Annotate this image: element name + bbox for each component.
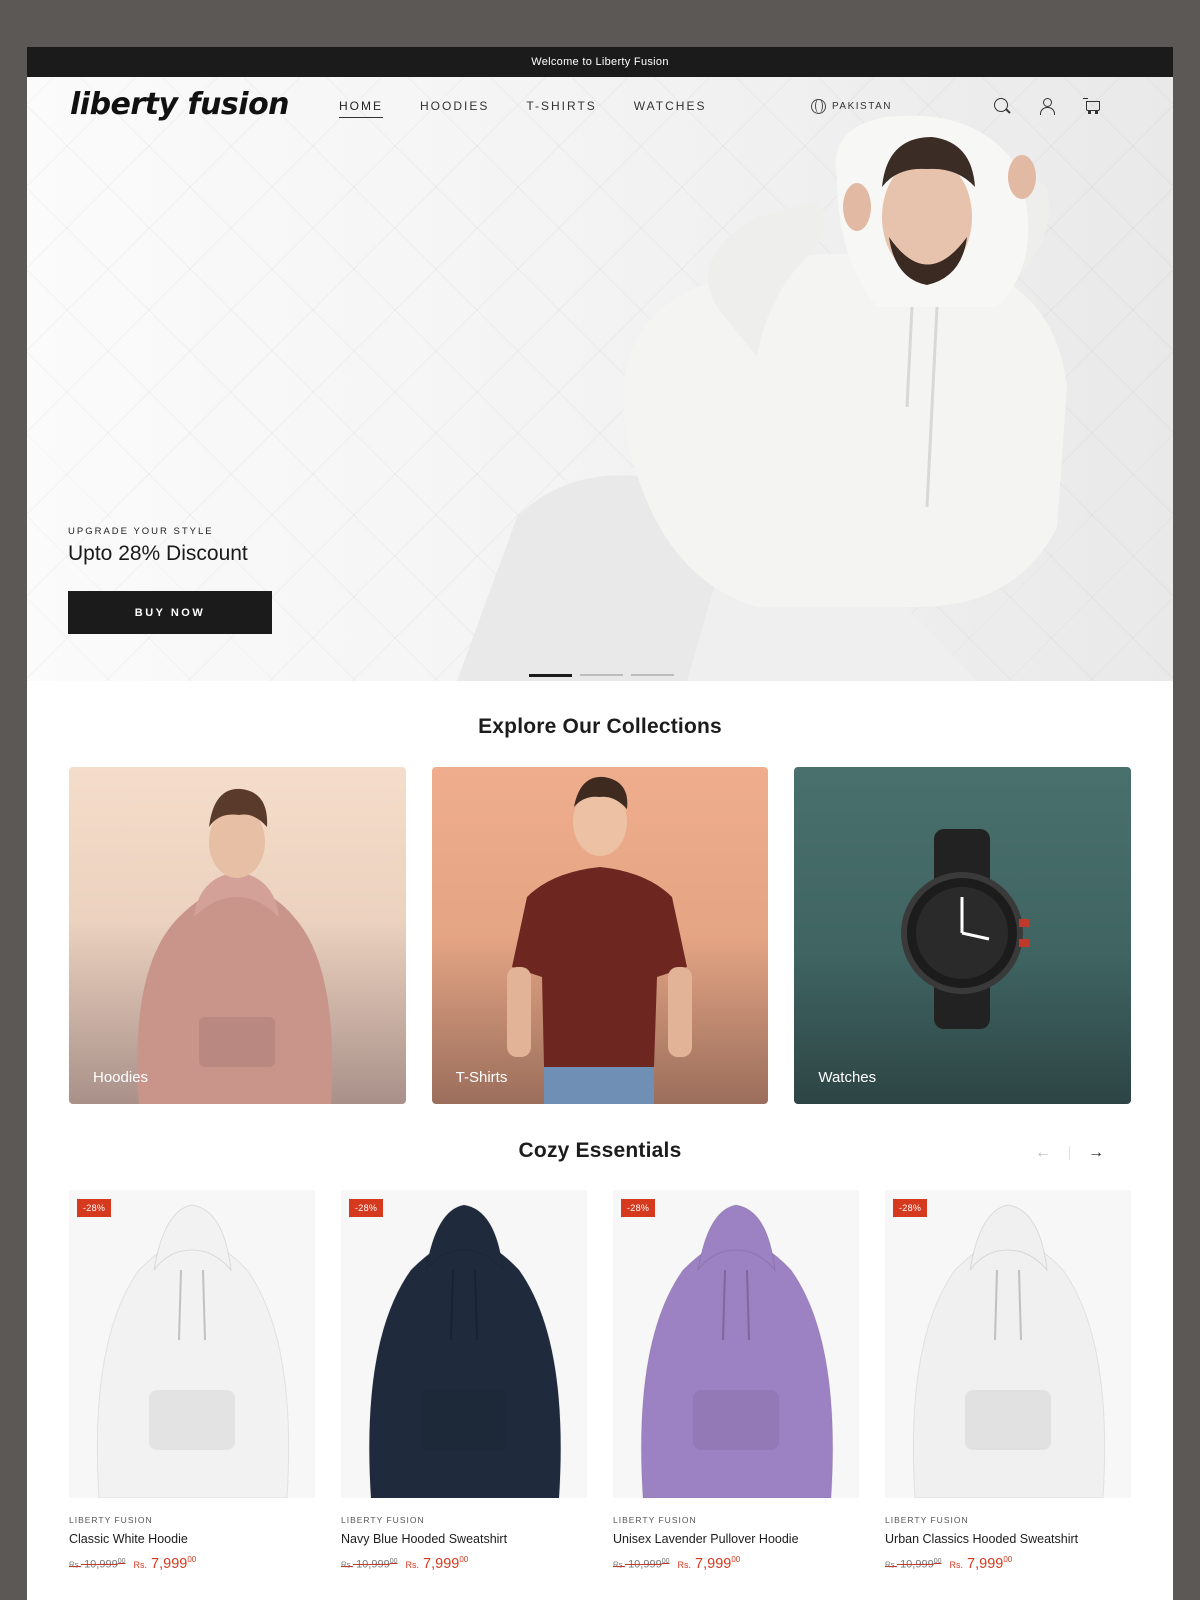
cart-icon[interactable] (1083, 97, 1101, 115)
arrow-divider (1069, 1146, 1070, 1160)
product-name[interactable]: Classic White Hoodie (69, 1532, 315, 1546)
product-vendor: LIBERTY FUSION (885, 1515, 969, 1525)
hoodie-model-image (137, 788, 333, 1104)
nav-home[interactable]: HOME (339, 99, 383, 118)
country-label: PAKISTAN (832, 101, 892, 112)
product-image[interactable]: -28% (613, 1190, 859, 1498)
main-nav: HOME HOODIES T-SHIRTS WATCHES (339, 99, 706, 118)
collection-label: T-Shirts (455, 1069, 508, 1086)
product-card[interactable]: -28% LIBERTY FUSION Unisex Lavender Pull… (613, 1190, 859, 1572)
search-icon[interactable] (993, 97, 1011, 115)
compare-price: Rs. 10,99900 (613, 1558, 670, 1571)
nav-tshirts[interactable]: T-SHIRTS (526, 99, 596, 118)
product-card[interactable]: -28% LIBERTY FUSION Classic White Hoodie… (69, 1190, 315, 1572)
slide-dot-1[interactable] (529, 674, 572, 677)
product-card[interactable]: -28% LIBERTY FUSION Urban Classics Hoode… (885, 1190, 1131, 1572)
discount-badge: -28% (893, 1199, 928, 1217)
announcement-text: Welcome to Liberty Fusion (531, 56, 669, 68)
product-name[interactable]: Urban Classics Hooded Sweatshirt (885, 1532, 1131, 1546)
product-image[interactable]: -28% (341, 1190, 587, 1498)
collection-label: Watches (818, 1069, 877, 1086)
product-price: Rs. 10,99900 Rs. 7,99900 (885, 1555, 1131, 1572)
header-icons (993, 97, 1101, 115)
product-card[interactable]: -28% LIBERTY FUSION Navy Blue Hooded Swe… (341, 1190, 587, 1572)
announcement-bar: Welcome to Liberty Fusion (27, 47, 1173, 77)
slideshow-pagination (529, 674, 674, 677)
account-icon[interactable] (1038, 97, 1056, 115)
collections-title: Explore Our Collections (478, 715, 722, 738)
nav-watches[interactable]: WATCHES (634, 99, 707, 118)
tshirt-model-image (506, 776, 692, 1104)
sale-price: Rs. 7,99900 (133, 1555, 197, 1572)
hero-model-image (457, 115, 1067, 681)
collection-card-tshirts[interactable]: T-Shirts (431, 767, 769, 1104)
collections-grid: Hoodies T-Shirts Watches (69, 767, 1132, 1104)
compare-price: Rs. 10,99900 (341, 1558, 398, 1571)
collection-label: Hoodies (93, 1069, 149, 1086)
hero-content: UPGRADE YOUR STYLE Upto 28% Discount BUY… (68, 526, 272, 634)
product-price: Rs. 10,99900 Rs. 7,99900 (613, 1555, 859, 1572)
product-vendor: LIBERTY FUSION (341, 1515, 425, 1525)
watch-image (901, 829, 1030, 1029)
sale-price: Rs. 7,99900 (405, 1555, 469, 1572)
globe-icon (811, 99, 826, 114)
discount-badge: -28% (349, 1199, 384, 1217)
nav-hoodies[interactable]: HOODIES (420, 99, 489, 118)
hoodie-image (912, 1204, 1106, 1498)
compare-price: Rs. 10,99900 (69, 1558, 126, 1571)
country-selector[interactable]: PAKISTAN (811, 99, 892, 114)
product-name[interactable]: Unisex Lavender Pullover Hoodie (613, 1532, 859, 1546)
slide-dot-3[interactable] (631, 674, 674, 676)
product-name[interactable]: Navy Blue Hooded Sweatshirt (341, 1532, 587, 1546)
hoodie-image (96, 1204, 290, 1498)
product-image[interactable]: -28% (885, 1190, 1131, 1498)
slide-dot-2[interactable] (580, 674, 623, 676)
product-price: Rs. 10,99900 Rs. 7,99900 (69, 1555, 315, 1572)
site-header: liberty fusion HOME HOODIES T-SHIRTS WAT… (27, 77, 1173, 139)
hoodie-image (640, 1204, 834, 1498)
hero-banner: liberty fusion HOME HOODIES T-SHIRTS WAT… (27, 77, 1173, 681)
product-vendor: LIBERTY FUSION (69, 1515, 153, 1525)
hero-title: Upto 28% Discount (68, 542, 248, 565)
sale-price: Rs. 7,99900 (949, 1555, 1013, 1572)
arrow-left-icon[interactable]: ← (1035, 1144, 1051, 1162)
product-image[interactable]: -28% (69, 1190, 315, 1498)
brand-logo[interactable]: liberty fusion (70, 87, 290, 122)
hero-kicker: UPGRADE YOUR STYLE (68, 526, 214, 537)
discount-badge: -28% (621, 1199, 656, 1217)
collection-card-watches[interactable]: Watches (794, 767, 1132, 1104)
cozy-essentials-title: Cozy Essentials (518, 1139, 682, 1162)
sale-price: Rs. 7,99900 (677, 1555, 741, 1572)
product-grid: -28% LIBERTY FUSION Classic White Hoodie… (69, 1190, 1131, 1572)
collection-card-hoodies[interactable]: Hoodies (69, 767, 406, 1104)
arrow-right-icon[interactable]: → (1088, 1144, 1104, 1162)
product-slider-controls: ← → (1035, 1144, 1104, 1162)
hoodie-image (368, 1204, 562, 1498)
compare-price: Rs. 10,99900 (885, 1558, 942, 1571)
storefront-page: Welcome to Liberty Fusion liberty fusion… (27, 47, 1173, 1600)
product-vendor: LIBERTY FUSION (613, 1515, 697, 1525)
buy-now-button[interactable]: BUY NOW (68, 591, 272, 634)
discount-badge: -28% (77, 1199, 112, 1217)
product-price: Rs. 10,99900 Rs. 7,99900 (341, 1555, 587, 1572)
